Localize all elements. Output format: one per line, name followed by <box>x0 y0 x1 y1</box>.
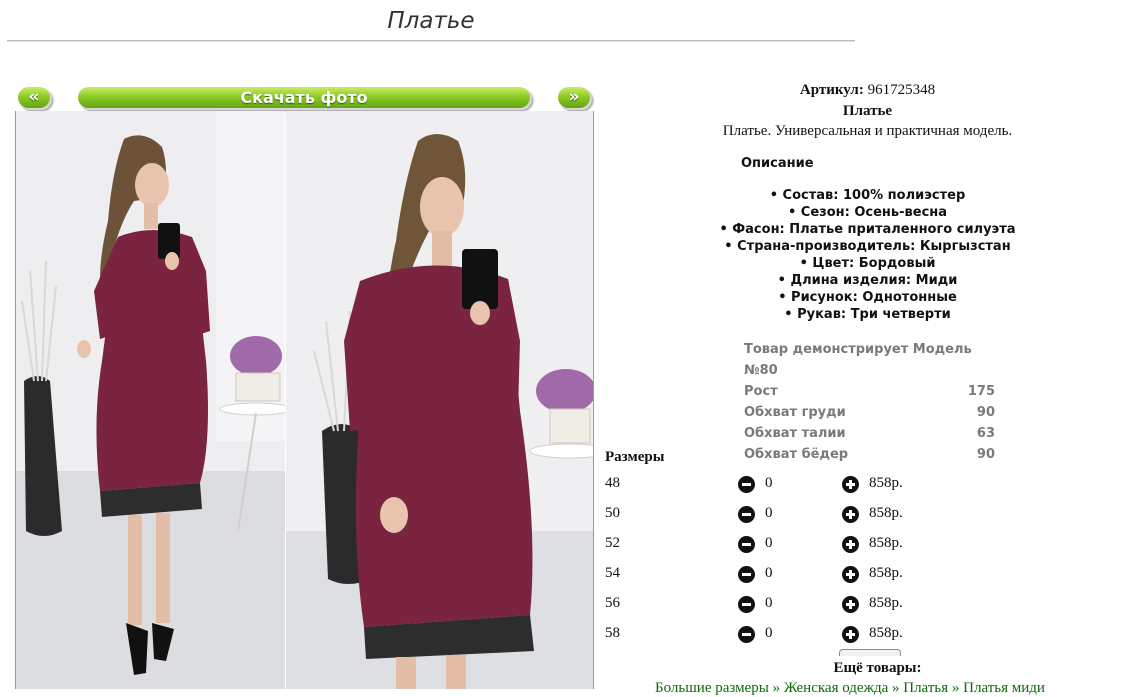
quantity-value: 0 <box>765 505 773 521</box>
plus-icon[interactable] <box>842 596 859 613</box>
attribute-item: • Сезон: Осень-весна <box>787 205 948 220</box>
price: 858р. <box>869 475 903 491</box>
size-row: 54 0 858р. <box>605 565 1130 589</box>
breadcrumb-link[interactable]: Большие размеры <box>655 680 769 696</box>
attribute-item: • Рисунок: Однотонные <box>778 290 957 305</box>
article-label: Артикул: <box>799 82 864 98</box>
minus-icon[interactable] <box>738 566 755 583</box>
model-value: 63 <box>976 426 995 441</box>
prev-photo-button[interactable]: « <box>18 87 50 108</box>
size-label: 52 <box>605 535 620 551</box>
breadcrumb-separator: » <box>888 680 904 696</box>
product-name: Платье <box>842 103 893 119</box>
minus-icon[interactable] <box>738 506 755 523</box>
breadcrumb-separator: » <box>768 680 784 696</box>
product-summary: Платье. Универсальная и практичная модел… <box>722 123 1013 139</box>
model-label: Обхват бёдер <box>744 447 849 462</box>
article-line: Артикул: 961725348 <box>605 82 1130 99</box>
quantity-value: 0 <box>765 625 773 641</box>
product-photo-front-image <box>16 111 285 689</box>
plus-icon[interactable] <box>842 626 859 643</box>
model-row: Обхват бёдер 90 <box>744 444 995 465</box>
product-photo-closeup-image <box>286 111 593 689</box>
quantity-value: 0 <box>765 475 773 491</box>
product-photo-closeup[interactable] <box>286 111 594 689</box>
model-value: 175 <box>967 384 995 399</box>
model-value: 90 <box>976 405 995 420</box>
price: 858р. <box>869 595 903 611</box>
price: 858р. <box>869 535 903 551</box>
attribute-item: • Страна-производитель: Кыргызстан <box>724 239 1011 254</box>
breadcrumb-link[interactable]: Платья миди <box>963 680 1045 696</box>
plus-icon[interactable] <box>842 536 859 553</box>
model-measurements: Товар демонстрирует Модель №80 Рост 175 О… <box>744 339 995 465</box>
price: 858р. <box>869 625 903 641</box>
attribute-list: • Состав: 100% полиэстер • Сезон: Осень-… <box>605 187 1130 323</box>
plus-icon[interactable] <box>842 506 859 523</box>
model-row: Обхват груди 90 <box>744 402 995 423</box>
minus-icon[interactable] <box>738 626 755 643</box>
size-row: 52 0 858р. <box>605 535 1130 559</box>
breadcrumb-separator: » <box>948 680 964 696</box>
add-to-cart-tab[interactable] <box>839 649 901 656</box>
attribute-item: • Фасон: Платье приталенного силуэта <box>719 222 1016 237</box>
price: 858р. <box>869 565 903 581</box>
description-heading: Описание <box>741 156 814 171</box>
model-label: Обхват талии <box>744 426 846 441</box>
product-photo-front[interactable] <box>15 111 285 689</box>
sizes-heading: Размеры <box>605 449 665 465</box>
size-label: 56 <box>605 595 620 611</box>
size-row: 56 0 858р. <box>605 595 1130 619</box>
next-photo-button[interactable]: » <box>558 87 590 108</box>
download-photo-button[interactable]: Скачать фото <box>78 87 530 108</box>
price: 858р. <box>869 505 903 521</box>
attribute-item: • Длина изделия: Миди <box>777 273 958 288</box>
title-divider <box>7 40 855 42</box>
breadcrumb-link[interactable]: Платья <box>903 680 948 696</box>
model-label: Рост <box>744 384 778 399</box>
quantity-value: 0 <box>765 535 773 551</box>
attribute-item: • Цвет: Бордовый <box>799 256 936 271</box>
model-label: Обхват груди <box>744 405 846 420</box>
size-row: 50 0 858р. <box>605 505 1130 529</box>
article-value: 961725348 <box>867 82 936 98</box>
minus-icon[interactable] <box>738 536 755 553</box>
more-products-heading: Ещё товары: <box>833 660 922 676</box>
size-row: 58 0 858р. <box>605 625 1130 649</box>
minus-icon[interactable] <box>738 476 755 493</box>
model-value: 90 <box>976 447 995 462</box>
size-label: 58 <box>605 625 620 641</box>
quantity-value: 0 <box>765 595 773 611</box>
size-label: 50 <box>605 505 620 521</box>
minus-icon[interactable] <box>738 596 755 613</box>
attribute-item: • Рукав: Три четверти <box>784 307 951 322</box>
breadcrumb-link[interactable]: Женская одежда <box>784 680 888 696</box>
size-label: 48 <box>605 475 620 491</box>
size-row: 48 0 858р. <box>605 475 1130 499</box>
attribute-item: • Состав: 100% полиэстер <box>769 188 966 203</box>
size-label: 54 <box>605 565 620 581</box>
plus-icon[interactable] <box>842 566 859 583</box>
quantity-value: 0 <box>765 565 773 581</box>
plus-icon[interactable] <box>842 476 859 493</box>
model-row: Обхват талии 63 <box>744 423 995 444</box>
model-row: Рост 175 <box>744 381 995 402</box>
page-title: Платье <box>387 8 475 34</box>
model-heading: Товар демонстрирует Модель №80 <box>744 342 972 378</box>
